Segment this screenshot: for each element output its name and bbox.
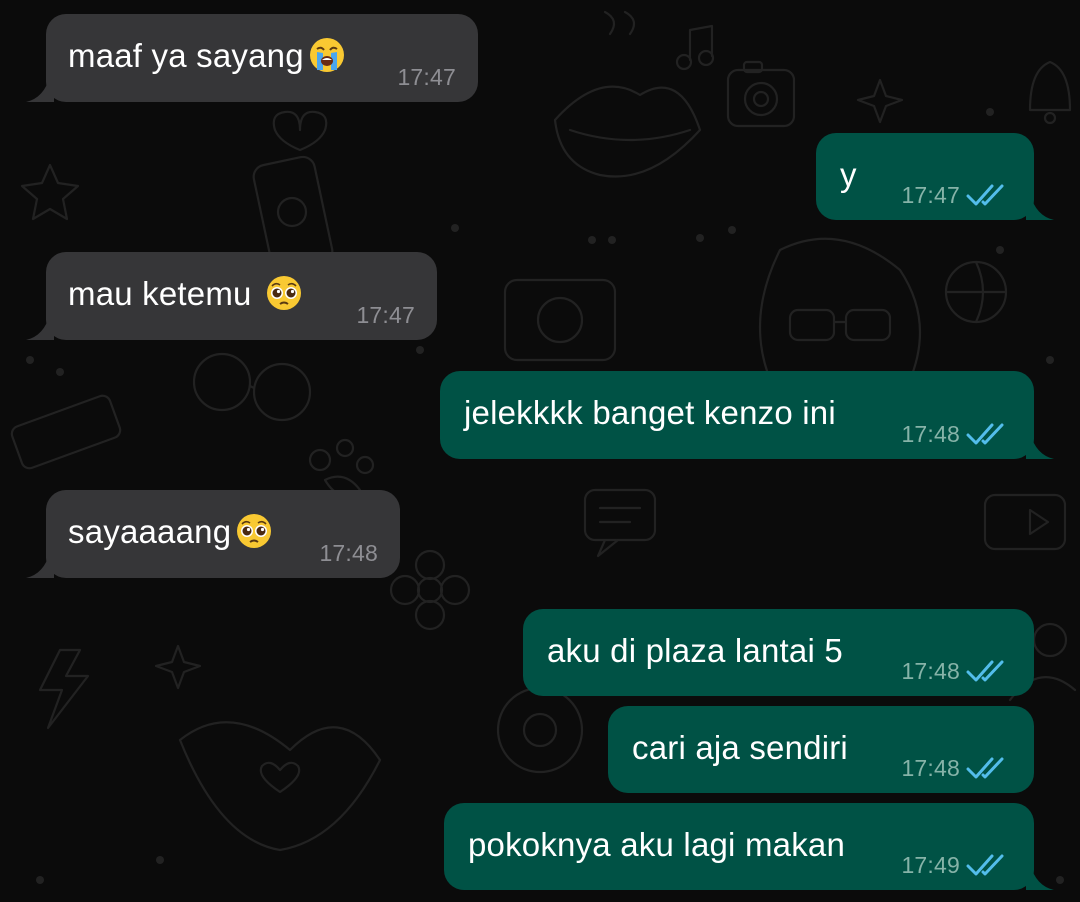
bubble-tail [1026, 429, 1056, 459]
read-receipt-double-check-icon [966, 421, 1012, 447]
bubble-tail [24, 72, 54, 102]
message-text: mau ketemu [68, 274, 303, 314]
message-meta: 17:48 [901, 421, 1012, 447]
message-meta: 17:47 [901, 182, 1012, 208]
message-text: aku di plaza lantai 5 [547, 632, 843, 669]
message-time: 17:48 [901, 421, 960, 447]
message-text: sayaaaang [68, 512, 273, 552]
pleading-face-icon [265, 274, 303, 312]
bubble-tail [24, 310, 54, 340]
read-receipt-double-check-icon [966, 755, 1012, 781]
message-time: 17:48 [319, 540, 378, 566]
message-meta: 17:48 [319, 540, 378, 566]
bubble-tail [1026, 190, 1056, 220]
message-time: 17:48 [901, 658, 960, 684]
message-bubble-incoming[interactable]: mau ketemu 17:47 [26, 252, 437, 340]
message-time: 17:49 [901, 852, 960, 878]
message-meta: 17:47 [356, 302, 415, 328]
message-text: y [840, 156, 857, 193]
message-time: 17:47 [901, 182, 960, 208]
message-meta: 17:47 [397, 64, 456, 90]
message-meta: 17:48 [901, 658, 1012, 684]
message-time: 17:47 [356, 302, 415, 328]
read-receipt-double-check-icon [966, 658, 1012, 684]
message-text: pokoknya aku lagi makan [468, 826, 845, 863]
loudly-crying-face-icon [308, 36, 346, 74]
bubble-tail [24, 548, 54, 578]
read-receipt-double-check-icon [966, 852, 1012, 878]
message-bubble-outgoing[interactable]: pokoknya aku lagi makan 17:49 [444, 803, 1054, 890]
bubble-tail [1026, 860, 1056, 890]
read-receipt-double-check-icon [966, 182, 1012, 208]
message-bubble-outgoing[interactable]: cari aja sendiri 17:48 [608, 706, 1034, 793]
message-text: cari aja sendiri [632, 729, 848, 766]
message-bubble-outgoing[interactable]: jelekkkk banget kenzo ini 17:48 [440, 371, 1054, 459]
message-text: maaf ya sayang [68, 36, 346, 76]
message-bubble-outgoing[interactable]: aku di plaza lantai 5 17:48 [523, 609, 1034, 696]
message-meta: 17:49 [901, 852, 1012, 878]
message-time: 17:47 [397, 64, 456, 90]
message-bubble-outgoing[interactable]: y 17:47 [816, 133, 1054, 220]
message-bubble-incoming[interactable]: sayaaaang 17:48 [26, 490, 400, 578]
message-bubble-incoming[interactable]: maaf ya sayang 17:47 [26, 14, 478, 102]
pleading-face-icon [235, 512, 273, 550]
message-meta: 17:48 [901, 755, 1012, 781]
message-text: jelekkkk banget kenzo ini [464, 394, 836, 431]
message-time: 17:48 [901, 755, 960, 781]
